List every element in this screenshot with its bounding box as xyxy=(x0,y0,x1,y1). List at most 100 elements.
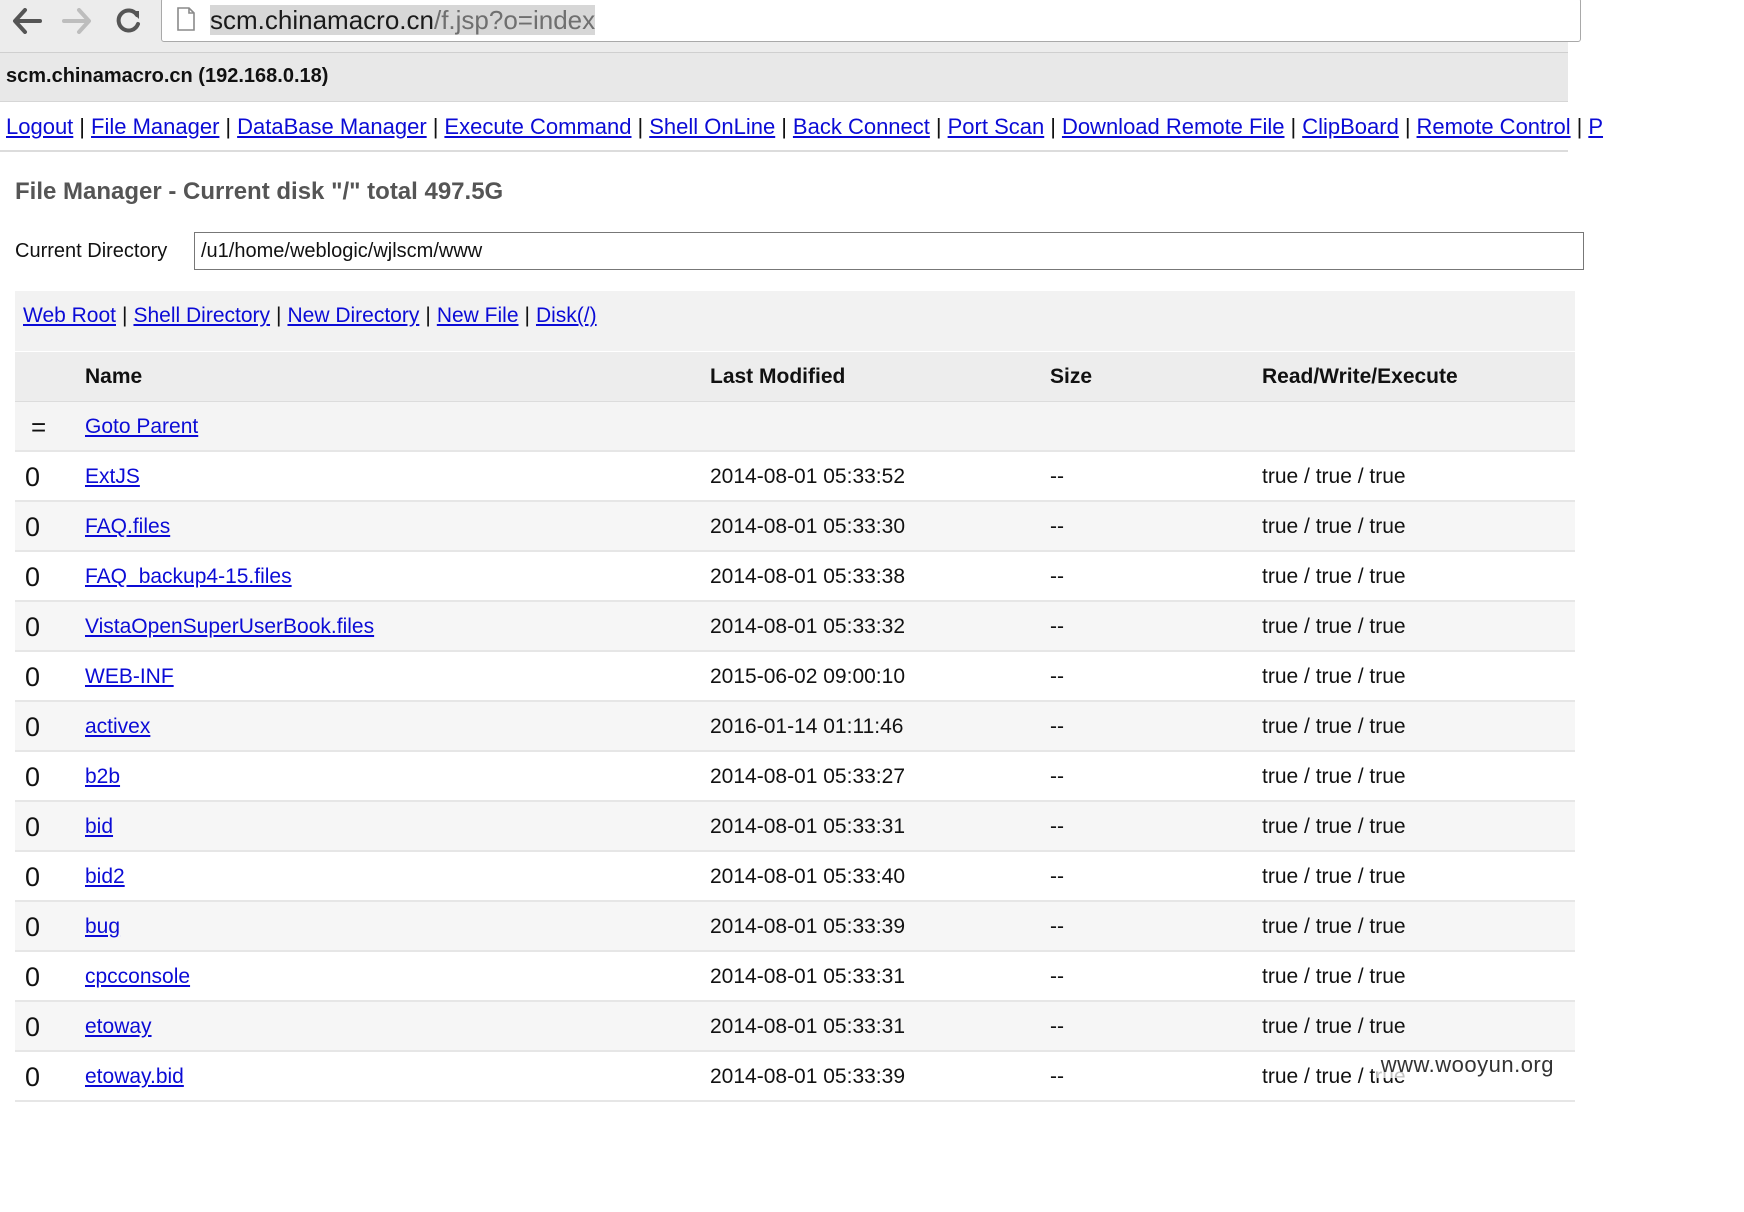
parent-icon: = xyxy=(31,411,47,442)
menu-link-p[interactable]: P xyxy=(1588,114,1603,139)
folder-icon: 0 xyxy=(25,561,41,592)
goto-parent-link[interactable]: Goto Parent xyxy=(85,415,198,439)
menu-link-clipboard[interactable]: ClipBoard xyxy=(1302,114,1399,139)
forward-arrow-icon[interactable] xyxy=(60,4,94,38)
table-row: 0 VistaOpenSuperUserBook.files 2014-08-01 … xyxy=(15,602,1575,652)
quick-links: Web Root | Shell Directory | New Directory | N… xyxy=(23,303,597,329)
folder-link[interactable]: bid2 xyxy=(85,865,125,889)
name-cell: cpcconsole xyxy=(85,952,190,1002)
menu-link-database-manager[interactable]: DataBase Manager xyxy=(237,114,427,139)
current-directory-input[interactable] xyxy=(194,232,1584,270)
name-cell: FAQ.files xyxy=(85,502,170,552)
quick-link-separator: | xyxy=(122,304,128,327)
folder-icon: 0 xyxy=(25,761,41,792)
menu-link-file-manager[interactable]: File Manager xyxy=(91,114,219,139)
name-cell: etoway.bid xyxy=(85,1052,184,1102)
table-row: 0 bug 2014-08-01 05:33:39 -- true / true / t… xyxy=(15,902,1575,952)
modified-cell: 2016-01-14 01:11:46 xyxy=(710,715,904,738)
quick-link-separator: | xyxy=(524,304,530,327)
browser-toolbar: scm.chinamacro.cn/f.jsp?o=index xyxy=(0,0,1581,53)
name-cell: ExtJS xyxy=(85,452,140,502)
menu-separator: | xyxy=(1404,114,1411,139)
table-row: 0 activex 2016-01-14 01:11:46 -- true / true… xyxy=(15,702,1575,752)
quick-link-new-file[interactable]: New File xyxy=(437,304,519,327)
main-menu: Logout | File Manager | DataBase Manager | Exe… xyxy=(6,114,1603,140)
table-row: 0 etoway.bid 2014-08-01 05:33:39 -- true / t… xyxy=(15,1052,1575,1102)
table-row: 0 ExtJS 2014-08-01 05:33:52 -- true / true /… xyxy=(15,452,1575,502)
modified-cell: 2014-08-01 05:33:52 xyxy=(710,465,905,488)
folder-link[interactable]: FAQ.files xyxy=(85,515,170,539)
folder-link[interactable]: FAQ_backup4-15.files xyxy=(85,565,292,589)
modified-cell: 2014-08-01 05:33:30 xyxy=(710,515,905,538)
name-cell: etoway xyxy=(85,1002,152,1052)
folder-link[interactable]: etoway xyxy=(85,1015,152,1039)
permissions-cell: true / true / true xyxy=(1262,715,1406,738)
folder-icon: 0 xyxy=(25,961,41,992)
menu-link-shell-online[interactable]: Shell OnLine xyxy=(649,114,775,139)
table-row: 0 WEB-INF 2015-06-02 09:00:10 -- true / true… xyxy=(15,652,1575,702)
size-cell: -- xyxy=(1050,515,1064,538)
modified-cell: 2014-08-01 05:33:32 xyxy=(710,615,905,638)
permissions-cell: true / true / true xyxy=(1262,765,1406,788)
folder-link[interactable]: bug xyxy=(85,915,120,939)
reload-icon[interactable] xyxy=(111,4,145,38)
modified-cell: 2014-08-01 05:33:39 xyxy=(710,1065,905,1088)
menu-link-back-connect[interactable]: Back Connect xyxy=(793,114,930,139)
menu-link-port-scan[interactable]: Port Scan xyxy=(948,114,1045,139)
menu-separator: | xyxy=(1290,114,1297,139)
name-cell: activex xyxy=(85,702,150,752)
folder-link[interactable]: VistaOpenSuperUserBook.files xyxy=(85,615,374,639)
column-header-last-modified[interactable]: Last Modified xyxy=(710,352,845,402)
menu-link-download-remote-file[interactable]: Download Remote File xyxy=(1062,114,1285,139)
url-host: scm.chinamacro.cn xyxy=(210,5,434,35)
folder-link[interactable]: bid xyxy=(85,815,113,839)
goto-parent-cell: Goto Parent xyxy=(85,402,198,452)
quick-link-shell-directory[interactable]: Shell Directory xyxy=(133,304,270,327)
folder-icon: 0 xyxy=(25,711,41,742)
menu-divider xyxy=(0,150,1568,152)
name-cell: VistaOpenSuperUserBook.files xyxy=(85,602,374,652)
folder-link[interactable]: WEB-INF xyxy=(85,665,174,689)
folder-link[interactable]: etoway.bid xyxy=(85,1065,184,1089)
column-header-rwx[interactable]: Read/Write/Execute xyxy=(1262,352,1458,402)
quick-link-disk[interactable]: Disk(/) xyxy=(536,304,597,327)
host-title: scm.chinamacro.cn (192.168.0.18) xyxy=(6,65,329,87)
menu-separator: | xyxy=(79,114,86,139)
permissions-cell: true / true / true xyxy=(1262,915,1406,938)
name-cell: WEB-INF xyxy=(85,652,174,702)
table-row: 0 FAQ.files 2014-08-01 05:33:30 -- true / tr… xyxy=(15,502,1575,552)
folder-link[interactable]: ExtJS xyxy=(85,465,140,489)
size-cell: -- xyxy=(1050,815,1064,838)
size-cell: -- xyxy=(1050,715,1064,738)
folder-icon: 0 xyxy=(25,861,41,892)
size-cell: -- xyxy=(1050,615,1064,638)
size-cell: -- xyxy=(1050,1015,1064,1038)
modified-cell: 2014-08-01 05:33:40 xyxy=(710,865,905,888)
quick-link-web-root[interactable]: Web Root xyxy=(23,304,116,327)
menu-link-execute-command[interactable]: Execute Command xyxy=(444,114,631,139)
menu-separator: | xyxy=(935,114,942,139)
size-cell: -- xyxy=(1050,765,1064,788)
table-row: 0 bid 2014-08-01 05:33:31 -- true / true / t… xyxy=(15,802,1575,852)
quick-links-bar: Web Root | Shell Directory | New Directory | N… xyxy=(15,291,1575,351)
permissions-cell: true / true / true xyxy=(1262,865,1406,888)
menu-link-logout[interactable]: Logout xyxy=(6,114,73,139)
address-bar[interactable]: scm.chinamacro.cn/f.jsp?o=index xyxy=(161,0,1581,42)
folder-link[interactable]: activex xyxy=(85,715,150,739)
quick-link-new-directory[interactable]: New Directory xyxy=(287,304,419,327)
folder-icon: 0 xyxy=(25,811,41,842)
name-cell: b2b xyxy=(85,752,120,802)
page-icon xyxy=(176,7,196,31)
menu-link-remote-control[interactable]: Remote Control xyxy=(1417,114,1571,139)
folder-icon: 0 xyxy=(25,611,41,642)
column-header-name[interactable]: Name xyxy=(85,352,142,402)
folder-link[interactable]: cpcconsole xyxy=(85,965,190,989)
address-text[interactable]: scm.chinamacro.cn/f.jsp?o=index xyxy=(210,5,596,35)
quick-link-separator: | xyxy=(276,304,282,327)
back-arrow-icon[interactable] xyxy=(10,4,44,38)
current-directory-label: Current Directory xyxy=(15,240,168,262)
folder-link[interactable]: b2b xyxy=(85,765,120,789)
goto-parent-row: = Goto Parent xyxy=(15,402,1575,452)
column-header-size[interactable]: Size xyxy=(1050,352,1092,402)
host-bar: scm.chinamacro.cn (192.168.0.18) xyxy=(0,53,1568,102)
